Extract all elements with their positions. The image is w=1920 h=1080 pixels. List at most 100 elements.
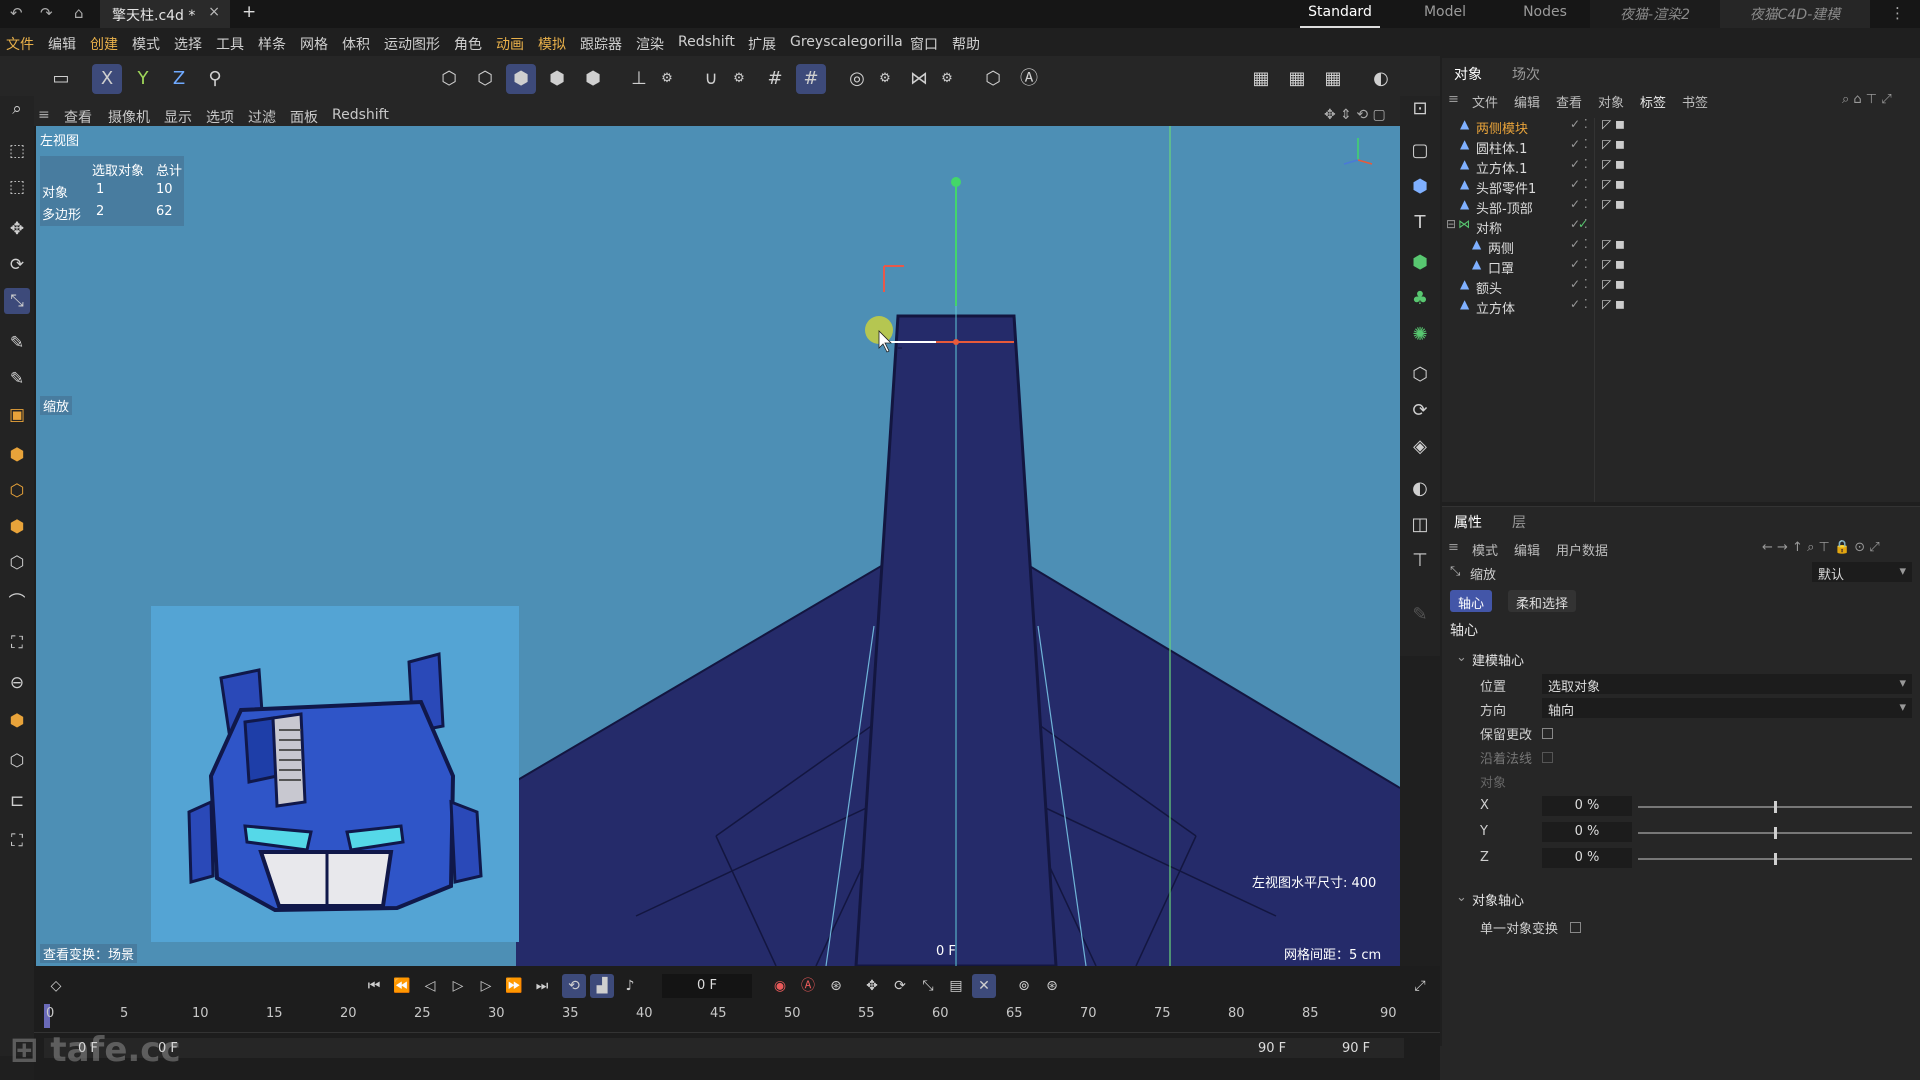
rotate-icon[interactable]: ⟳ — [4, 252, 30, 278]
visibility-dots-icon[interactable]: ✓ ⁚ — [1570, 117, 1588, 131]
menu-window[interactable]: 窗口 — [910, 34, 938, 54]
range-end[interactable]: 90 F — [1342, 1041, 1370, 1056]
enabled-check-icon[interactable]: ✓ — [1578, 217, 1588, 231]
keep-changes-checkbox[interactable] — [1542, 728, 1553, 739]
tab-layers[interactable]: 层 — [1512, 512, 1526, 532]
object-row[interactable]: ▲ 头部-顶部 ✓ ⁚ ◸ ◼ — [1442, 196, 1862, 217]
mograph-icon[interactable]: ⬢ — [4, 708, 30, 734]
tags-icon[interactable]: ◸ ◼ — [1602, 297, 1625, 311]
workspace-modeling[interactable]: 夜猫C4D-建模 — [1720, 0, 1870, 28]
box-select-icon[interactable]: ⬚ — [4, 174, 30, 200]
new-tab-button[interactable]: + — [242, 2, 256, 22]
scale-icon[interactable]: ⤡ — [4, 288, 30, 314]
menu-edit[interactable]: 编辑 — [48, 34, 76, 54]
stack-icon[interactable]: ⬢ — [4, 514, 30, 540]
visibility-dots-icon[interactable]: ✓ ⁚ — [1570, 277, 1588, 291]
along-normals-checkbox[interactable] — [1542, 752, 1553, 763]
viewmenu-camera[interactable]: 摄像机 — [108, 107, 150, 127]
frame-all-icon[interactable]: ⛶ — [4, 828, 30, 854]
x-field[interactable]: 0 % — [1542, 796, 1632, 816]
object-row[interactable]: ▲ 两侧模块 ✓ ⁚ ◸ ◼ — [1442, 116, 1862, 137]
group-modeling-axis[interactable]: 建模轴心 — [1472, 650, 1524, 669]
visibility-dots-icon[interactable]: ✓ ⁚ — [1570, 197, 1588, 211]
home-icon[interactable]: ⌂ — [74, 4, 84, 22]
tags-icon[interactable]: ◸ ◼ — [1602, 117, 1625, 131]
axis-z-button[interactable]: Z — [164, 64, 194, 94]
pen-icon[interactable]: ✎ — [4, 330, 30, 356]
viewport[interactable]: 左视图 选取对象 总计 对象 1 10 多边形 2 62 缩放 查看变换：场景 … — [36, 126, 1400, 966]
next-key-icon[interactable]: ⏩ — [502, 974, 526, 998]
menu-volume[interactable]: 体积 — [342, 34, 370, 54]
timeline-expand-icon[interactable]: ⤢ — [1408, 974, 1432, 998]
viewport-hamburger-icon[interactable]: ≡ — [38, 107, 50, 123]
go-to-start-icon[interactable]: ⏮ — [362, 974, 386, 998]
viewport-navigation-icons[interactable]: ✥ ⇕ ⟲ ▢ — [1324, 107, 1386, 123]
workplane-icon[interactable]: # — [796, 64, 826, 94]
live-select-icon[interactable]: ⬚ — [4, 138, 30, 164]
position-select[interactable]: 选取对象 ▾ — [1542, 674, 1912, 695]
keyframe-icon[interactable]: ◇ — [44, 974, 68, 998]
search-icon[interactable]: ⌕ — [4, 96, 30, 122]
loop-icon[interactable]: ⟲ — [562, 974, 586, 998]
viewmenu-display[interactable]: 显示 — [164, 107, 192, 127]
tags-icon[interactable]: ◸ ◼ — [1602, 197, 1625, 211]
snap-icon[interactable]: ∪ — [696, 64, 726, 94]
subtab-axis[interactable]: 轴心 — [1450, 590, 1493, 612]
sketch-icon[interactable]: ✎ — [4, 366, 30, 392]
menu-animate[interactable]: 动画 — [496, 34, 524, 54]
tab-attributes[interactable]: 属性 — [1454, 512, 1482, 532]
primitive-cube-icon[interactable]: ⬢ — [1407, 174, 1433, 200]
viewmenu-panel[interactable]: 面板 — [290, 107, 318, 127]
light-icon[interactable]: ⊤ — [1407, 548, 1433, 574]
go-to-end-icon[interactable]: ⏭ — [530, 974, 554, 998]
effector-icon[interactable]: ✺ — [1407, 322, 1433, 348]
menu-greyscalegorilla[interactable]: Greyscalegorilla — [790, 34, 903, 50]
menu-redshift[interactable]: Redshift — [678, 34, 735, 50]
tags-icon[interactable]: ◸ ◼ — [1602, 177, 1625, 191]
redshift-render-icon[interactable]: ◐ — [1366, 64, 1396, 94]
motion-record-icon[interactable]: ⊚ — [1012, 974, 1036, 998]
model-mode-icon[interactable]: ⬢ — [542, 64, 572, 94]
symmetry-settings-icon[interactable]: ⚙ — [932, 64, 962, 94]
attributes-menu-mode[interactable]: 模式 — [1472, 540, 1498, 559]
tags-icon[interactable]: ◸ ◼ — [1602, 137, 1625, 151]
menu-simulate[interactable]: 模拟 — [538, 34, 566, 54]
null-object-icon[interactable]: ▢ — [1407, 138, 1433, 164]
workspace-nodes[interactable]: Nodes — [1510, 0, 1580, 28]
cube-icon[interactable]: ⬢ — [4, 442, 30, 468]
auto-key-icon[interactable]: Ⓐ — [796, 974, 820, 998]
group-collapse-icon[interactable]: ⌄ — [1456, 650, 1467, 665]
visibility-dots-icon[interactable]: ✓ ⁚ — [1570, 137, 1588, 151]
tag-icon[interactable]: ⬡ — [1407, 362, 1433, 388]
axis-settings-icon[interactable]: ⚙ — [652, 64, 682, 94]
attributes-hamburger-icon[interactable]: ≡ — [1448, 540, 1459, 555]
workspace-model[interactable]: Model — [1410, 0, 1480, 28]
object-row[interactable]: ▲ 口罩 ✓ ⁚ ◸ ◼ — [1442, 256, 1862, 277]
preview-range-bar[interactable] — [44, 1038, 1404, 1058]
z-slider-knob[interactable] — [1774, 853, 1777, 865]
edges-mode-icon[interactable]: ⬡ — [470, 64, 500, 94]
range-icon[interactable]: ▟ — [590, 974, 614, 998]
tags-icon[interactable]: ◸ ◼ — [1602, 237, 1625, 251]
onion-skin-icon[interactable]: ⊛ — [1040, 974, 1064, 998]
redo-icon[interactable]: ↷ — [40, 4, 53, 22]
y-slider-knob[interactable] — [1774, 827, 1777, 839]
deform-icon[interactable]: ◈ — [1407, 434, 1433, 460]
menu-mode[interactable]: 模式 — [132, 34, 160, 54]
bend-icon[interactable]: ⌒ — [4, 590, 30, 616]
objects-hamburger-icon[interactable]: ≡ — [1448, 92, 1459, 107]
soft-selection-icon[interactable]: ◎ — [842, 64, 872, 94]
menu-mograph[interactable]: 运动图形 — [384, 34, 440, 54]
render-settings-icon[interactable]: ▦ — [1318, 64, 1348, 94]
prev-frame-icon[interactable]: ◁ — [418, 974, 442, 998]
menu-tracker[interactable]: 跟踪器 — [580, 34, 622, 54]
tags-icon[interactable]: ◸ ◼ — [1602, 157, 1625, 171]
snap-settings-icon[interactable]: ⚙ — [724, 64, 754, 94]
key-rotation-icon[interactable]: ⟳ — [888, 974, 912, 998]
visibility-dots-icon[interactable]: ✓ ⁚ — [1570, 297, 1588, 311]
document-tab[interactable]: 擎天柱.c4d * × — [100, 0, 230, 28]
axis-y-button[interactable]: Y — [128, 64, 158, 94]
menu-spline[interactable]: 样条 — [258, 34, 286, 54]
workspace-standard[interactable]: Standard — [1300, 0, 1380, 28]
object-row[interactable]: ▲ 额头 ✓ ⁚ ◸ ◼ — [1442, 276, 1862, 297]
